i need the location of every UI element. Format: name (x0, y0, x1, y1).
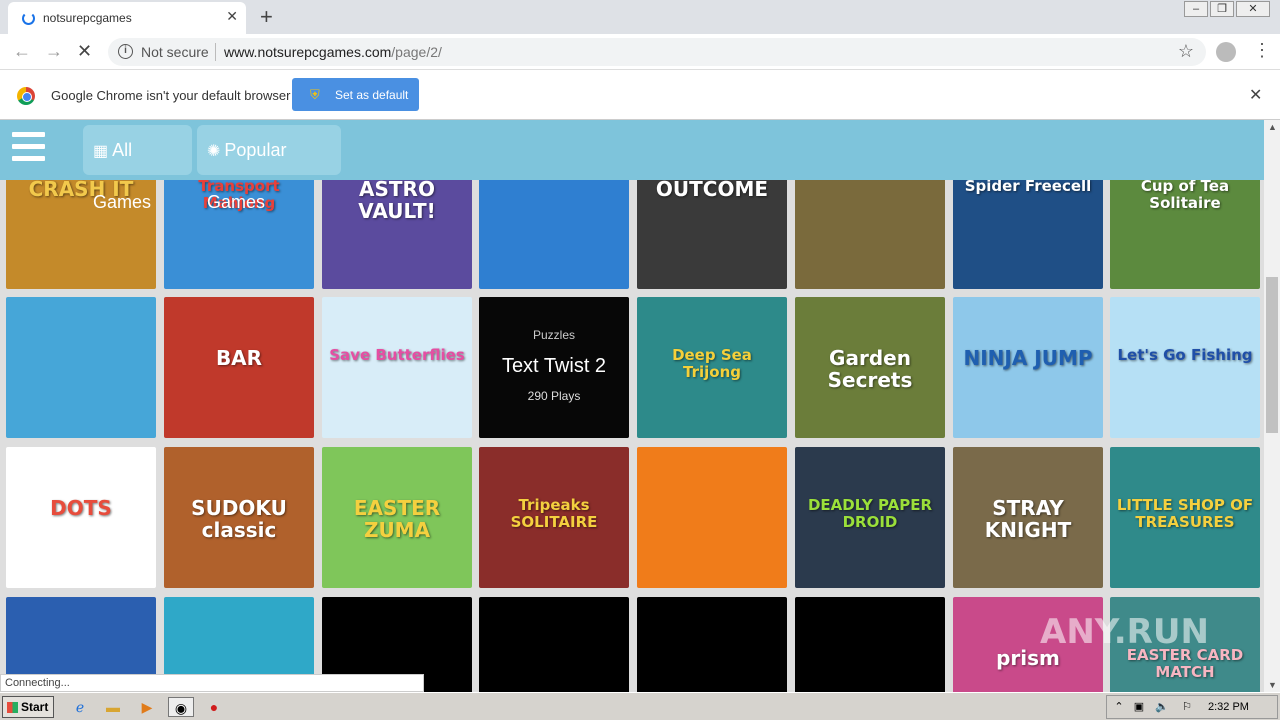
divider (215, 43, 216, 61)
set-as-default-label: Set as default (335, 88, 409, 102)
scroll-down-arrow-icon[interactable]: ▼ (1268, 680, 1277, 690)
game-title: Garden Secrets (827, 346, 913, 392)
game-tile[interactable]: Let's Go Fishing (1110, 297, 1260, 438)
game-plays: 290 Plays (527, 389, 581, 403)
forward-arrow-icon[interactable]: → (45, 41, 63, 62)
game-title: EASTER ZUMA (353, 496, 441, 542)
not-secure-label[interactable]: Not secure (141, 44, 209, 60)
game-title: NINJA JUMP (963, 346, 1093, 370)
scroll-thumb[interactable] (1266, 277, 1278, 433)
flag-notify-icon[interactable]: ⚐ (1177, 697, 1197, 717)
game-title: Let's Go Fishing (1117, 346, 1253, 364)
tab-close-icon[interactable]: ✕ (226, 8, 238, 25)
status-bubble: Connecting... (0, 674, 424, 692)
game-tile[interactable]: Tripeaks SOLITAIRE (479, 447, 629, 588)
nav-popular-games[interactable]: ✺ Popular Games (197, 125, 341, 212)
game-title: STRAY KNIGHT (984, 496, 1072, 542)
windows-flag-icon (7, 702, 18, 713)
start-label: Start (21, 700, 49, 714)
loading-spinner-icon (22, 12, 35, 25)
start-button[interactable]: Start (2, 696, 54, 718)
default-browser-infobar: Google Chrome isn't your default browser… (0, 70, 1280, 120)
game-title: DOTS (50, 496, 112, 520)
hamburger-menu-icon[interactable] (12, 132, 45, 166)
windows-taskbar: Start ℯ ▬ ▶ ◉ ● ⌃ ▣ 🔈 ⚐ 2:32 PM (0, 692, 1280, 720)
volume-icon[interactable]: 🔈 (1152, 697, 1172, 717)
game-title: Save Butterflies (329, 346, 465, 364)
nav-all-games[interactable]: ▦ All Games (83, 125, 192, 212)
game-title: Deep Sea Trijong (672, 346, 752, 381)
chrome-taskbar-icon[interactable]: ◉ (168, 697, 194, 717)
scroll-up-arrow-icon[interactable]: ▲ (1268, 122, 1277, 132)
game-title: Spider Freecell (964, 177, 1092, 195)
system-tray: ⌃ ▣ 🔈 ⚐ (1106, 695, 1278, 719)
game-name: Text Twist 2 (501, 355, 607, 377)
game-tile[interactable] (6, 297, 156, 438)
game-tile[interactable] (479, 597, 629, 692)
game-tile[interactable]: EASTER ZUMA (322, 447, 472, 588)
back-arrow-icon[interactable]: ← (13, 41, 31, 62)
game-tile[interactable]: Save Butterflies (322, 297, 472, 438)
game-tile[interactable]: Deep Sea Trijong (637, 297, 787, 438)
stop-loading-icon[interactable]: ✕ (77, 41, 92, 62)
game-tile[interactable]: BAR (164, 297, 314, 438)
game-tile[interactable] (637, 447, 787, 588)
grid-icon: ▦ (93, 143, 109, 160)
menu-dots-icon[interactable]: ⋮ (1253, 40, 1271, 61)
profile-avatar-icon[interactable] (1216, 42, 1236, 62)
new-tab-button[interactable]: + (260, 4, 273, 30)
infobar-message: Google Chrome isn't your default browser (51, 88, 291, 103)
tab-strip: notsurepcgames ✕ + – ❐ ✕ (0, 0, 1280, 34)
address-bar[interactable]: i Not secure www.notsurepcgames.com/page… (108, 38, 1206, 66)
browser-tab[interactable]: notsurepcgames ✕ (8, 2, 246, 34)
game-category: Puzzles (532, 328, 576, 342)
page-scrollbar[interactable]: ▲ ▼ (1264, 120, 1280, 692)
game-tile[interactable]: Garden Secrets (795, 297, 945, 438)
game-tile[interactable]: SUDOKU classic (164, 447, 314, 588)
game-title: BAR (215, 346, 263, 370)
game-tile[interactable] (795, 597, 945, 692)
url-host: www.notsurepcgames.com (224, 44, 392, 60)
game-tile[interactable]: STRAY KNIGHT (953, 447, 1103, 588)
site-header: ▦ All Games ✺ Popular Games (0, 120, 1264, 212)
network-icon[interactable]: ▣ (1129, 697, 1149, 717)
browser-toolbar: ← → ✕ i Not secure www.notsurepcgames.co… (0, 34, 1280, 70)
game-tile[interactable] (637, 597, 787, 692)
bookmark-star-icon[interactable]: ☆ (1178, 41, 1194, 62)
shield-icon: ⛨ (310, 87, 320, 102)
game-title: Cup of Tea Solitaire (1140, 177, 1230, 212)
info-icon[interactable]: i (118, 44, 133, 59)
internet-explorer-icon[interactable]: ℯ (70, 697, 90, 717)
url-path: /page/2/ (391, 44, 442, 60)
game-hover-overlay[interactable]: Puzzles Text Twist 2 290 Plays (479, 297, 629, 438)
folder-icon[interactable]: ▬ (103, 697, 123, 717)
window-close-button[interactable]: ✕ (1236, 1, 1270, 17)
media-player-icon[interactable]: ▶ (137, 697, 157, 717)
watermark-logo: ANY.RUN (1040, 612, 1209, 652)
chrome-logo-icon (17, 87, 35, 105)
taskbar-clock: 2:32 PM (1208, 701, 1249, 713)
game-title: SUDOKU classic (191, 496, 287, 542)
game-title: DEADLY PAPER DROID (807, 496, 933, 531)
restore-button[interactable]: ❐ (1210, 1, 1234, 17)
infobar-close-icon[interactable]: ✕ (1249, 85, 1262, 105)
game-title: Tripeaks SOLITAIRE (510, 496, 598, 531)
game-title: LITTLE SHOP OF TREASURES (1116, 496, 1254, 531)
tab-title: notsurepcgames (43, 11, 132, 25)
tray-expand-icon[interactable]: ⌃ (1109, 697, 1129, 717)
game-tile[interactable]: DEADLY PAPER DROID (795, 447, 945, 588)
set-as-default-button[interactable]: ⛨ Set as default (292, 78, 419, 111)
game-tile[interactable]: Puzzles Text Twist 2 290 Plays (479, 297, 629, 438)
security-app-icon[interactable]: ● (204, 697, 224, 717)
url-text[interactable]: www.notsurepcgames.com/page/2/ (224, 44, 442, 60)
game-tile[interactable]: NINJA JUMP (953, 297, 1103, 438)
sun-icon: ✺ (207, 143, 221, 160)
game-tile[interactable]: DOTS (6, 447, 156, 588)
game-title: OUTCOME (655, 177, 769, 201)
game-tile[interactable]: LITTLE SHOP OF TREASURES (1110, 447, 1260, 588)
game-title: ASTRO VAULT! (358, 177, 436, 223)
page-viewport: ▦All Games ✺Popular Games CRASH ITTransp… (0, 120, 1264, 692)
minimize-button[interactable]: – (1184, 1, 1208, 17)
